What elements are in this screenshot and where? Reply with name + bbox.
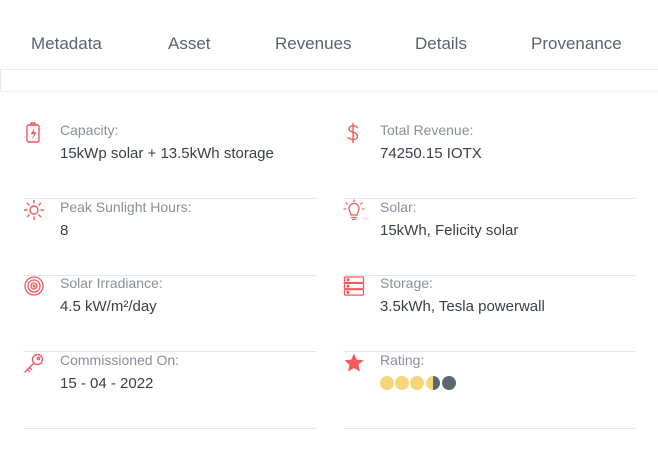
tab-details[interactable]: Details [415,24,467,64]
capacity-value: 15kWp solar + 13.5kWh storage [60,145,274,162]
tab-panel-edge [0,69,1,90]
total-revenue-value: 74250.15 IOTX [380,145,482,162]
battery-charging-icon [23,122,45,144]
detail-peak-sunlight: Peak Sunlight Hours: 8 [23,199,317,276]
solar-label: Solar: [380,199,417,215]
capacity-label: Capacity: [60,122,119,138]
rating-star-2 [395,376,409,390]
target-icon [23,275,45,297]
rating-star-4 [426,376,440,390]
peak-sunlight-label: Peak Sunlight Hours: [60,199,192,215]
solar-value: 15kWh, Felicity solar [380,222,519,239]
peak-sunlight-value: 8 [60,222,69,239]
detail-storage: Storage: 3.5kWh, Tesla powerwall [343,275,635,352]
detail-commissioned: Commissioned On: 15 - 04 - 2022 [23,352,317,429]
tab-bar-divider [0,69,658,70]
commissioned-value: 15 - 04 - 2022 [60,375,154,392]
storage-value: 3.5kWh, Tesla powerwall [380,298,545,315]
content-divider [0,91,658,92]
rating-star-3 [410,376,424,390]
tab-asset[interactable]: Asset [168,24,211,64]
commissioned-label: Commissioned On: [60,352,180,368]
irradiance-value: 4.5 kW/m²/day [60,298,157,315]
detail-capacity: Capacity: 15kWp solar + 13.5kWh storage [23,122,317,199]
rating-label: Rating: [380,352,425,368]
lightbulb-icon [343,199,365,221]
detail-total-revenue: Total Revenue: 74250.15 IOTX [343,122,635,199]
detail-rating: Rating: [343,352,635,429]
total-revenue-label: Total Revenue: [380,122,474,138]
rating-star-5 [442,376,456,390]
tab-provenance[interactable]: Provenance [531,24,622,64]
storage-label: Storage: [380,275,433,291]
detail-irradiance: Solar Irradiance: 4.5 kW/m²/day [23,275,317,352]
dollar-icon [343,122,365,144]
star-icon [343,352,365,374]
sun-icon [23,199,45,221]
rating-star-1 [380,376,394,390]
tab-revenues[interactable]: Revenues [275,24,352,64]
key-icon [23,352,45,374]
irradiance-label: Solar Irradiance: [60,275,163,291]
tab-bar: Metadata Asset Revenues Details Provenan… [0,24,658,64]
tab-metadata[interactable]: Metadata [31,24,102,64]
detail-solar: Solar: 15kWh, Felicity solar [343,199,635,276]
server-icon [343,275,365,297]
